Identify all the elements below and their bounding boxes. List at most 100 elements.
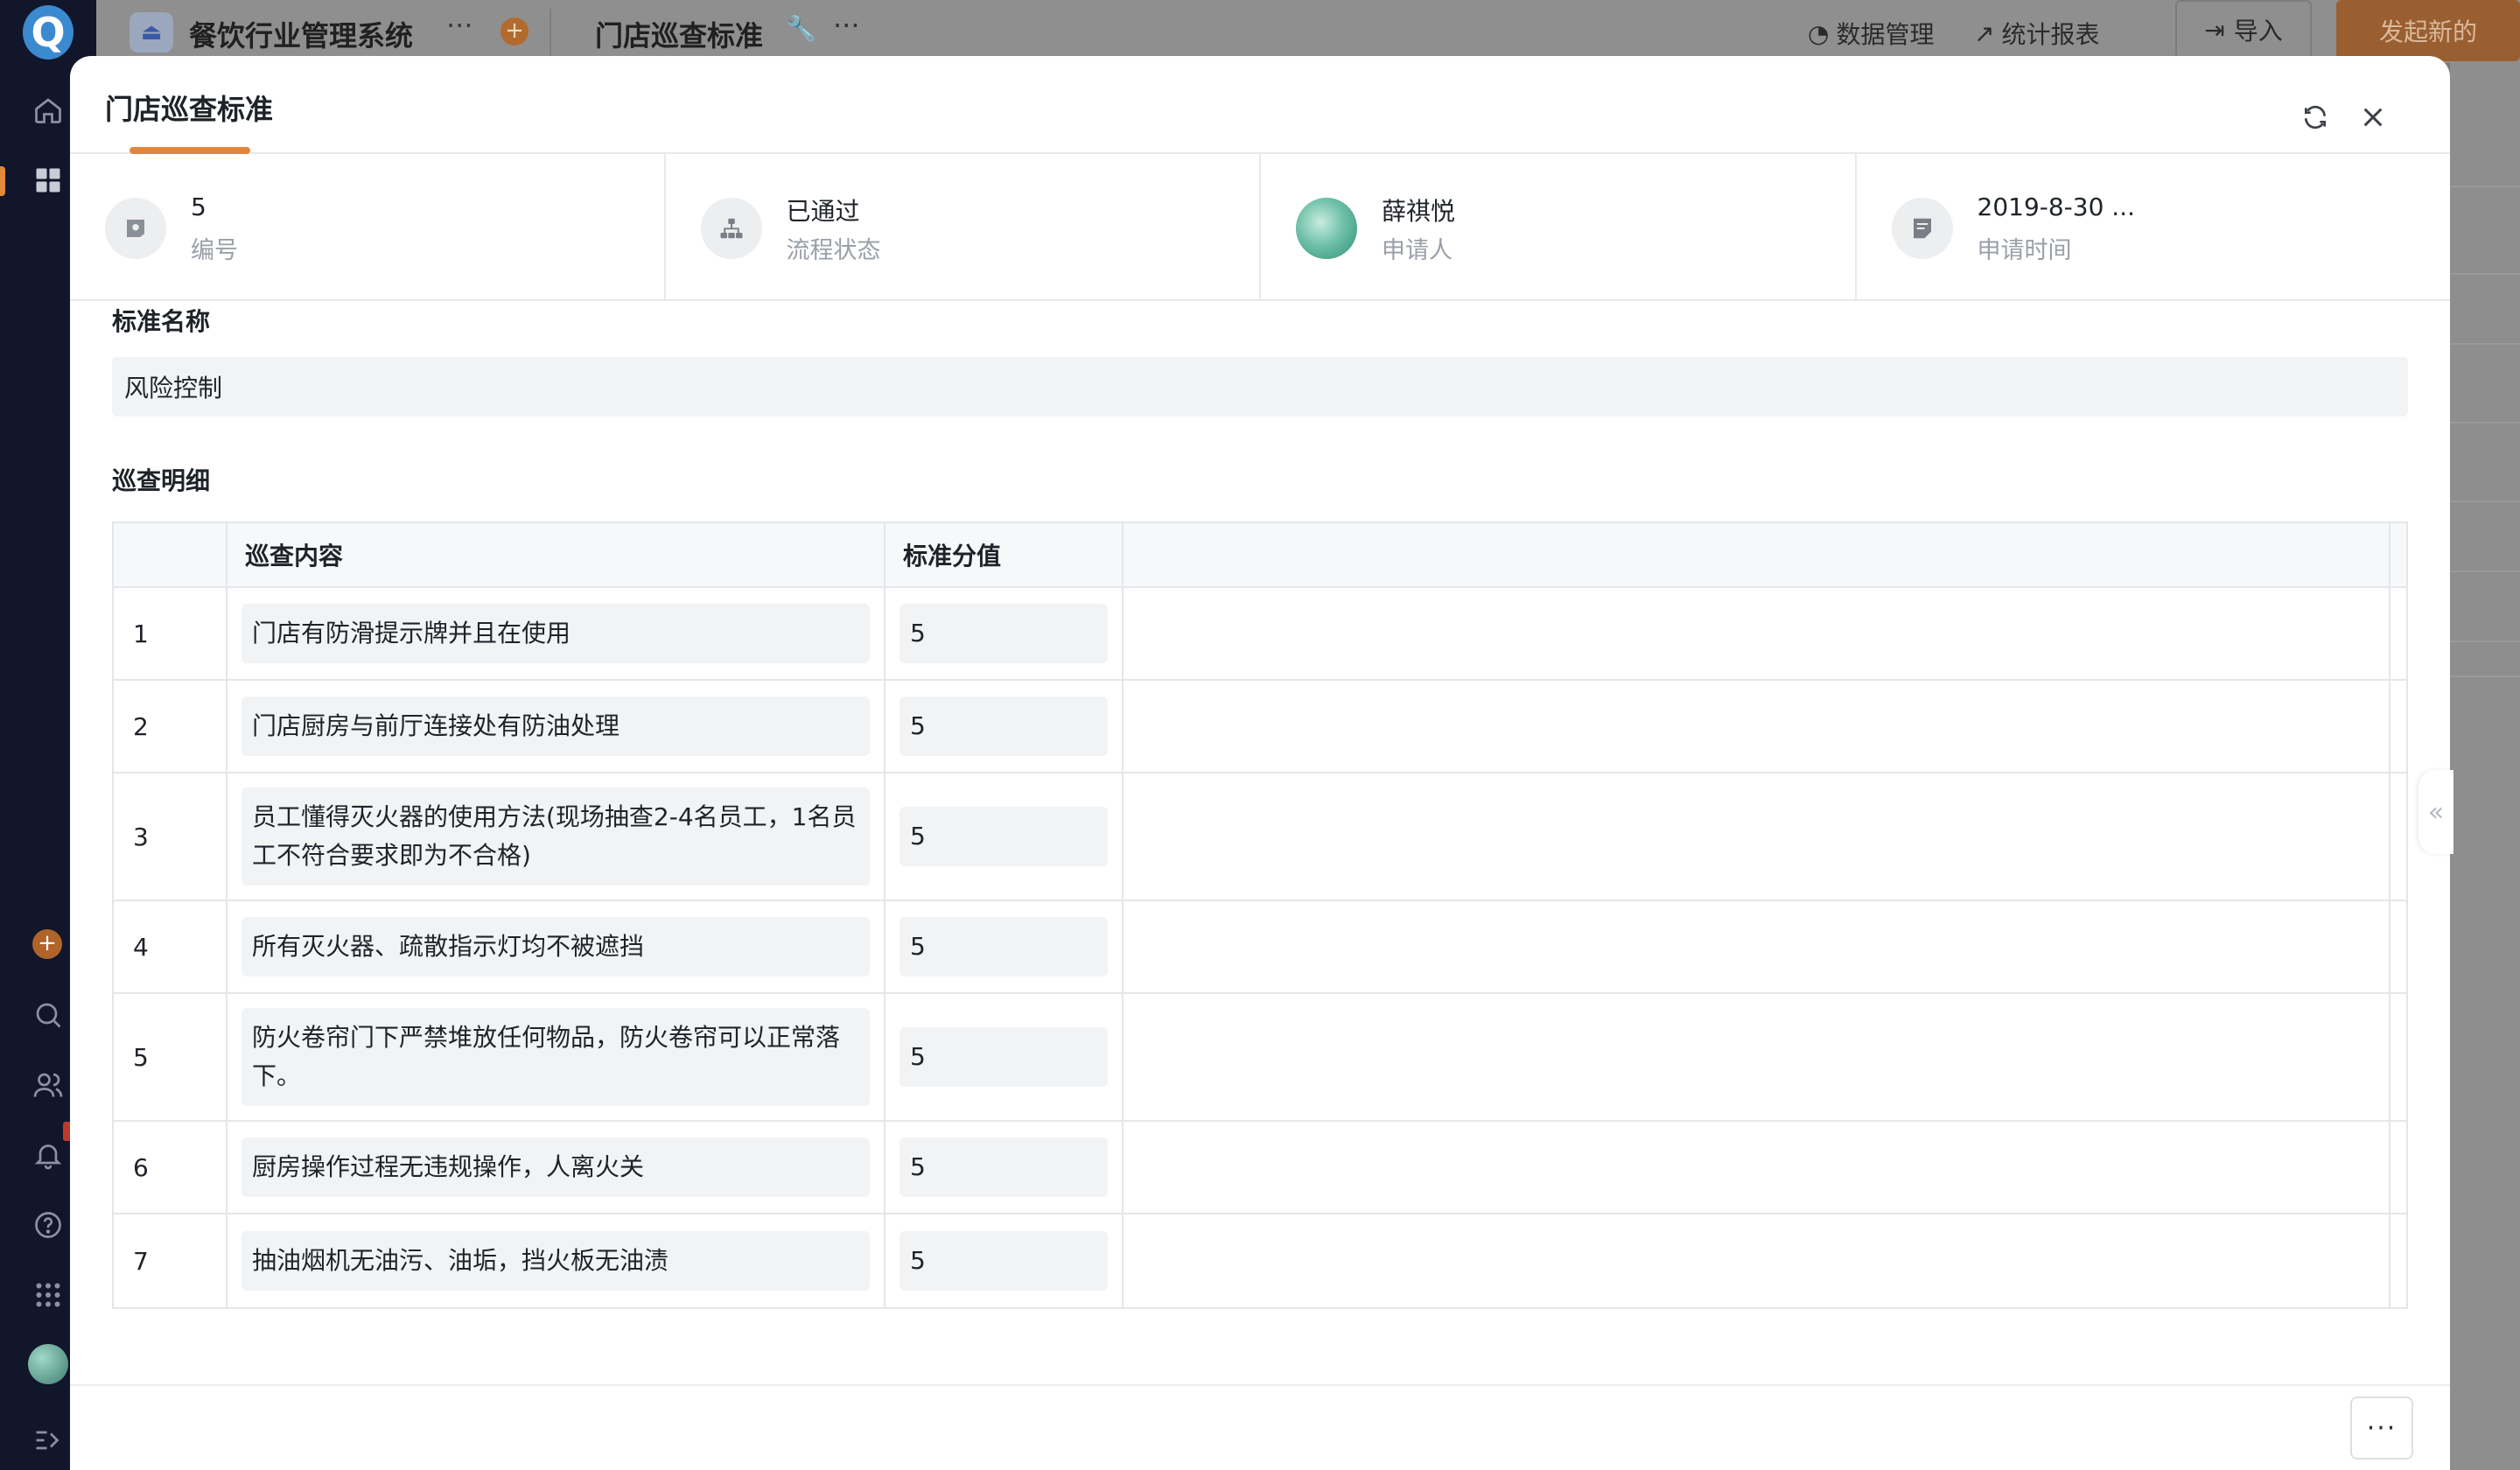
row-score: 5 [900,807,1108,866]
header-score: 标准分值 [886,523,1124,586]
user-avatar[interactable] [28,1344,68,1384]
row-index: 2 [114,681,228,772]
table-header: 巡查内容 标准分值 [114,523,2406,588]
data-manage-label: 数据管理 [1836,20,1935,49]
import-label: 导入 [2233,17,2283,46]
meta-number-value: 5 [191,192,206,221]
row-empty [1124,901,2390,992]
bell-icon[interactable] [31,1138,66,1172]
row-empty [1124,1122,2390,1213]
dashboard-icon: ◔ [1808,18,1830,48]
detail-table: 巡查内容 标准分值 1 门店有防滑提示牌并且在使用 5 2 门店厨房与前厅连接处… [112,522,2408,1309]
search-icon[interactable] [31,998,66,1032]
row-score: 5 [900,1138,1108,1197]
standard-name-label: 标准名称 [112,307,211,336]
meta-time-label: 申请时间 [1977,237,2072,264]
header-index [114,523,228,586]
page-more-icon[interactable]: ··· [833,9,860,42]
trend-chart-icon: ↗ [1974,18,1995,48]
table-row: 3 员工懂得灭火器的使用方法(现场抽查2-4名员工，1名员工不符合要求即为不合格… [114,774,2406,901]
id-tag-icon [105,198,166,259]
standard-name-field: 风险控制 [112,357,2408,416]
import-icon: ⇥ [2204,15,2225,45]
modal-header: 门店巡查标准 [70,56,2450,154]
row-index: 3 [114,774,228,900]
expand-nav-icon[interactable] [31,1423,66,1458]
row-content: 门店有防滑提示牌并且在使用 [242,604,870,663]
wrench-icon[interactable]: 🔧 [786,14,816,43]
top-bar: ⏏ 餐饮行业管理系统 ··· + 门店巡查标准 🔧 ··· ◔ 数据管理 ↗ 统… [96,0,2520,63]
apps-grid-icon[interactable] [31,163,66,198]
header-content: 巡查内容 [228,523,886,586]
modal-footer-divider [70,1384,2450,1386]
users-icon[interactable] [31,1068,66,1102]
nav-active-indicator [0,166,5,196]
detail-label: 巡查明细 [112,466,211,495]
meta-row: 5 编号 已通过 流程状态 薛祺悦 申请人 2019-8-30 ... 申请时间 [70,154,2450,301]
collapse-panel-handle[interactable]: « [2418,770,2454,854]
stats-report-link[interactable]: ↗ 统计报表 [1974,16,2099,51]
table-row: 7 抽油烟机无油污、油垢，挡火板无油渍 5 [114,1214,2406,1307]
note-icon [1891,198,1953,259]
app-launcher-icon[interactable] [31,1278,66,1312]
row-score: 5 [900,604,1108,663]
import-button[interactable]: ⇥ 导入 [2175,0,2312,60]
row-index: 6 [114,1122,228,1213]
modal-title: 门店巡查标准 [105,93,274,126]
row-content: 所有灭火器、疏散指示灯均不被遮挡 [242,917,870,976]
meta-time: 2019-8-30 ... 申请时间 [1857,154,2451,299]
close-icon[interactable] [2356,100,2390,135]
row-content: 抽油烟机无油污、油垢，挡火板无油渍 [242,1231,870,1291]
topbar-divider [550,9,551,56]
active-tab-underline [130,147,250,154]
stats-report-label: 统计报表 [2001,20,2100,49]
row-empty [1124,1214,2390,1307]
meta-number: 5 编号 [70,154,666,299]
table-row: 2 门店厨房与前厅连接处有防油处理 5 [114,681,2406,774]
meta-applicant: 薛祺悦 申请人 [1261,154,1857,299]
more-actions-button[interactable]: ··· [2350,1396,2413,1460]
row-score: 5 [900,917,1108,976]
home-icon[interactable] [31,93,66,128]
row-score: 5 [900,1027,1108,1087]
record-modal: 门店巡查标准 5 编号 已通过 流程状态 薛祺悦 申请人 2019-8-30 .… [70,56,2450,1470]
meta-status-label: 流程状态 [786,237,881,264]
help-icon[interactable] [31,1208,66,1242]
meta-applicant-label: 申请人 [1382,237,1452,264]
table-row: 6 厨房操作过程无违规操作，人离火关 5 [114,1122,2406,1214]
row-empty [1124,681,2390,772]
new-button[interactable]: 发起新的 [2336,0,2520,61]
app-more-icon[interactable]: ··· [446,9,473,42]
row-empty [1124,994,2390,1120]
row-index: 5 [114,994,228,1120]
table-row: 5 防火卷帘门下严禁堆放任何物品，防火卷帘可以正常落下。 5 [114,994,2406,1122]
page-name[interactable]: 门店巡查标准 [595,14,763,54]
row-content: 防火卷帘门下严禁堆放任何物品，防火卷帘可以正常落下。 [242,1008,870,1106]
meta-status-value: 已通过 [786,197,860,226]
meta-number-label: 编号 [191,237,238,264]
background-right [2450,63,2520,1470]
nav-add-button[interactable]: + [32,929,62,959]
table-row: 4 所有灭火器、疏散指示灯均不被遮挡 5 [114,901,2406,994]
row-empty [1124,774,2390,900]
row-index: 4 [114,901,228,992]
header-empty [1124,523,2390,586]
refresh-icon[interactable] [2298,100,2333,135]
applicant-avatar [1296,198,1357,259]
row-index: 7 [114,1214,228,1307]
meta-time-value: 2019-8-30 ... [1977,192,2136,221]
app-add-button[interactable]: + [500,18,528,46]
app-name[interactable]: 餐饮行业管理系统 [189,14,413,54]
table-row: 1 门店有防滑提示牌并且在使用 5 [114,588,2406,681]
row-score: 5 [900,1231,1108,1291]
modal-body: 标准名称 风险控制 巡查明细 巡查内容 标准分值 1 门店有防滑提示牌并且在使用… [112,303,2408,1309]
row-index: 1 [114,588,228,679]
meta-applicant-value: 薛祺悦 [1382,197,1456,226]
app-logo[interactable]: Q [23,5,74,60]
row-empty [1124,588,2390,679]
row-score: 5 [900,696,1108,756]
row-content: 员工懂得灭火器的使用方法(现场抽查2-4名员工，1名员工不符合要求即为不合格) [242,788,870,886]
data-manage-link[interactable]: ◔ 数据管理 [1808,16,1934,51]
meta-status: 已通过 流程状态 [666,154,1261,299]
app-icon: ⏏ [130,12,173,52]
